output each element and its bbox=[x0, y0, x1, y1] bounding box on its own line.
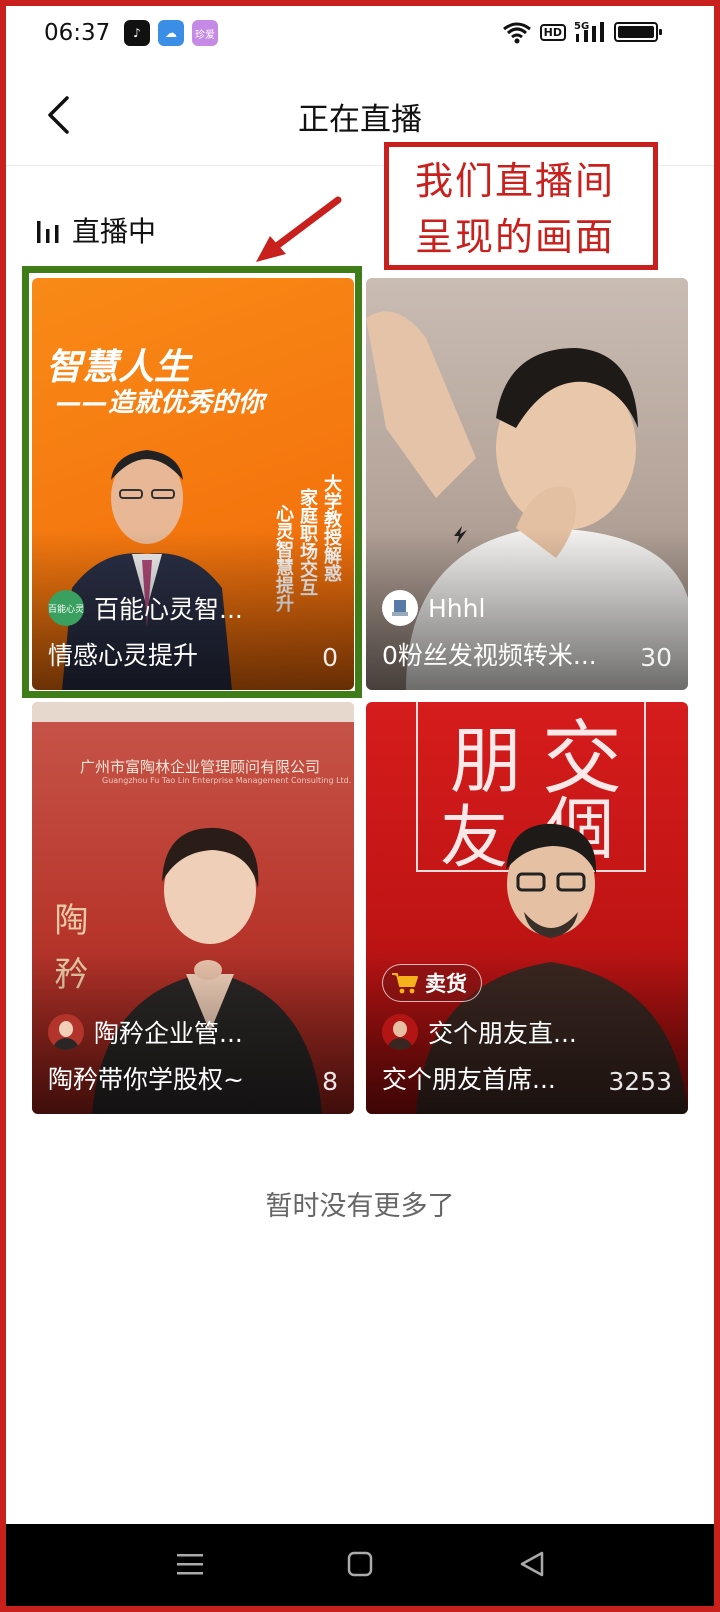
host-name: Hhhl bbox=[428, 593, 486, 623]
wifi-icon bbox=[502, 22, 531, 44]
zhenai-icon: 珍爱 bbox=[192, 20, 218, 46]
live-title: 0粉丝发视频转米... bbox=[382, 641, 597, 670]
host-row: 百能心灵 百能心灵智... bbox=[48, 590, 338, 626]
host-name: 百能心灵智... bbox=[94, 595, 243, 624]
viewer-count: 3253 bbox=[608, 1067, 672, 1096]
sell-badge[interactable]: 卖货 bbox=[382, 964, 482, 1002]
live-card-1[interactable]: 智慧人生 ——造就优秀的你 大学教授解惑 家庭职场交互 心灵智慧提升 百能心灵 … bbox=[32, 278, 354, 690]
viewer-count: 0 bbox=[322, 643, 338, 672]
status-time: 06:37 bbox=[44, 20, 111, 46]
status-bar: 06:37 ♪ ☁ 珍爱 HD 5G bbox=[6, 6, 714, 66]
annotation-arrow-icon bbox=[256, 196, 342, 262]
host-avatar: 百能心灵 bbox=[48, 590, 84, 626]
annotation-box: 我们直播间 呈现的画面 bbox=[384, 142, 658, 270]
live-card-4[interactable]: 交 朋 友 個 卖货 交个朋友直... 交个朋友首席... 3253 bbox=[366, 702, 688, 1114]
cover-company: 广州市富陶林企业管理顾问有限公司 bbox=[80, 758, 321, 776]
live-title: 情感心灵提升 bbox=[48, 641, 199, 670]
host-row: Hhhl bbox=[382, 590, 672, 626]
live-title: 交个朋友首席... bbox=[382, 1065, 556, 1094]
host-avatar bbox=[48, 1014, 84, 1050]
avatar-text: 百能心灵 bbox=[48, 604, 84, 615]
host-avatar bbox=[382, 590, 418, 626]
live-section-header: 直播中 bbox=[36, 210, 156, 250]
system-back-button[interactable] bbox=[512, 1544, 552, 1584]
cart-icon bbox=[392, 973, 418, 994]
signal-icon: 5G bbox=[574, 21, 604, 42]
cover-top-strip bbox=[32, 702, 354, 722]
cover-company-en: Guangzhou Fu Tao Lin Enterprise Manageme… bbox=[102, 776, 352, 785]
viewer-count: 8 bbox=[322, 1067, 338, 1096]
live-card-3[interactable]: 广州市富陶林企业管理顾问有限公司 Guangzhou Fu Tao Lin En… bbox=[32, 702, 354, 1114]
hd-icon: HD bbox=[539, 23, 566, 41]
home-button[interactable] bbox=[340, 1544, 380, 1584]
system-navbar bbox=[6, 1524, 714, 1606]
menu-button[interactable] bbox=[170, 1544, 210, 1584]
card-footer: 交个朋友首席... 3253 bbox=[382, 1060, 672, 1096]
viewer-count: 30 bbox=[640, 643, 672, 672]
cover-subtitle: ——造就优秀的你 bbox=[56, 388, 265, 418]
host-name: 陶矜企业管... bbox=[94, 1019, 243, 1048]
annotation-line-2: 呈现的画面 bbox=[415, 215, 616, 259]
host-avatar bbox=[382, 1014, 418, 1050]
sell-badge-label: 卖货 bbox=[425, 972, 467, 996]
host-name: 交个朋友直... bbox=[428, 1019, 577, 1048]
live-title: 陶矜带你学股权~ bbox=[48, 1065, 244, 1094]
live-bars-icon bbox=[37, 221, 59, 243]
annotation-line-1: 我们直播间 bbox=[415, 159, 616, 203]
host-row: 交个朋友直... bbox=[382, 1014, 672, 1050]
section-title: 直播中 bbox=[72, 215, 157, 248]
home-icon bbox=[347, 1551, 373, 1577]
card-footer: 0粉丝发视频转米... 30 bbox=[382, 636, 672, 672]
weather-icon: ☁ bbox=[158, 20, 184, 46]
card-footer: 情感心灵提升 0 bbox=[48, 636, 338, 672]
status-icons: HD 5G bbox=[502, 20, 662, 44]
host-row: 陶矜企业管... bbox=[48, 1014, 338, 1050]
menu-icon bbox=[177, 1554, 203, 1575]
tiktok-icon: ♪ bbox=[124, 20, 150, 46]
page-title: 正在直播 bbox=[298, 102, 422, 138]
live-card-2[interactable]: Hhhl 0粉丝发视频转米... 30 bbox=[366, 278, 688, 690]
back-icon bbox=[520, 1551, 544, 1577]
battery-icon bbox=[614, 22, 662, 42]
card-footer: 陶矜带你学股权~ 8 bbox=[48, 1060, 338, 1096]
end-of-list-text: 暂时没有更多了 bbox=[265, 1191, 455, 1222]
